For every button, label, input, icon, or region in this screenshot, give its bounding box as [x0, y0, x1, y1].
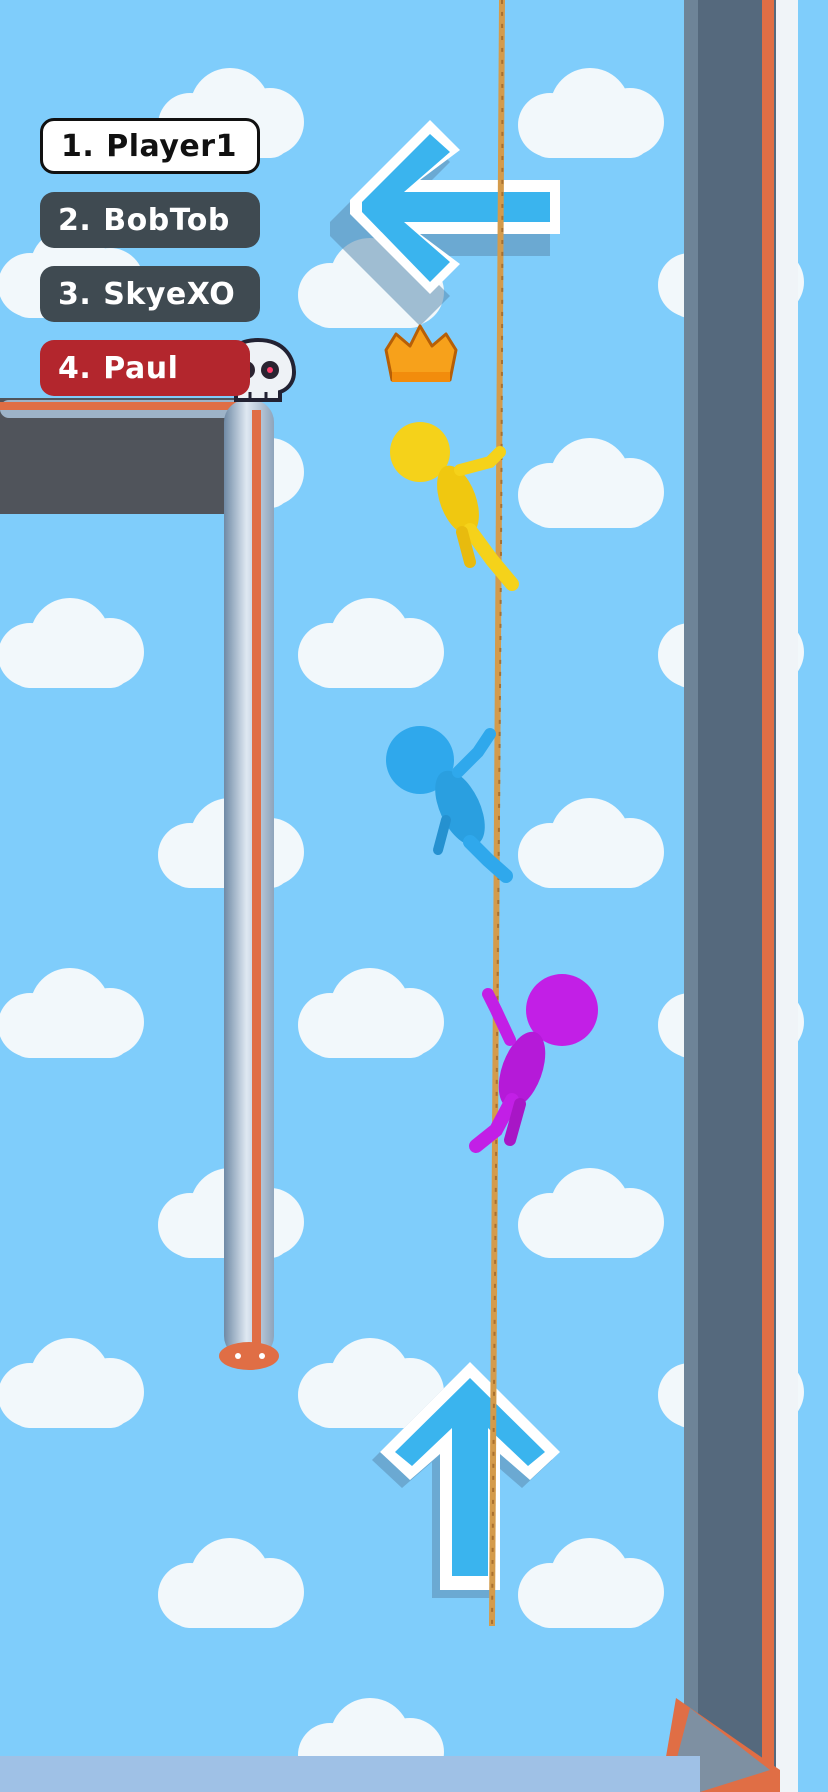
rank-number: 3. — [58, 276, 92, 312]
player-name: Player1 — [106, 128, 237, 164]
rank-number: 1. — [61, 128, 95, 164]
player-name: SkyeXO — [103, 276, 236, 312]
player-name: Paul — [103, 350, 179, 386]
leaderboard-row-4: 4. Paul — [40, 340, 250, 396]
leaderboard-row-1: 1. Player1 — [40, 118, 260, 174]
floor-edge — [0, 1756, 700, 1792]
rank-number: 2. — [58, 202, 92, 238]
rank-number: 4. — [58, 350, 92, 386]
leaderboard-row-2: 2. BobTob — [40, 192, 260, 248]
player-name: BobTob — [103, 202, 230, 238]
leaderboard-row-3: 3. SkyeXO — [40, 266, 260, 322]
crown-icon — [384, 324, 458, 382]
